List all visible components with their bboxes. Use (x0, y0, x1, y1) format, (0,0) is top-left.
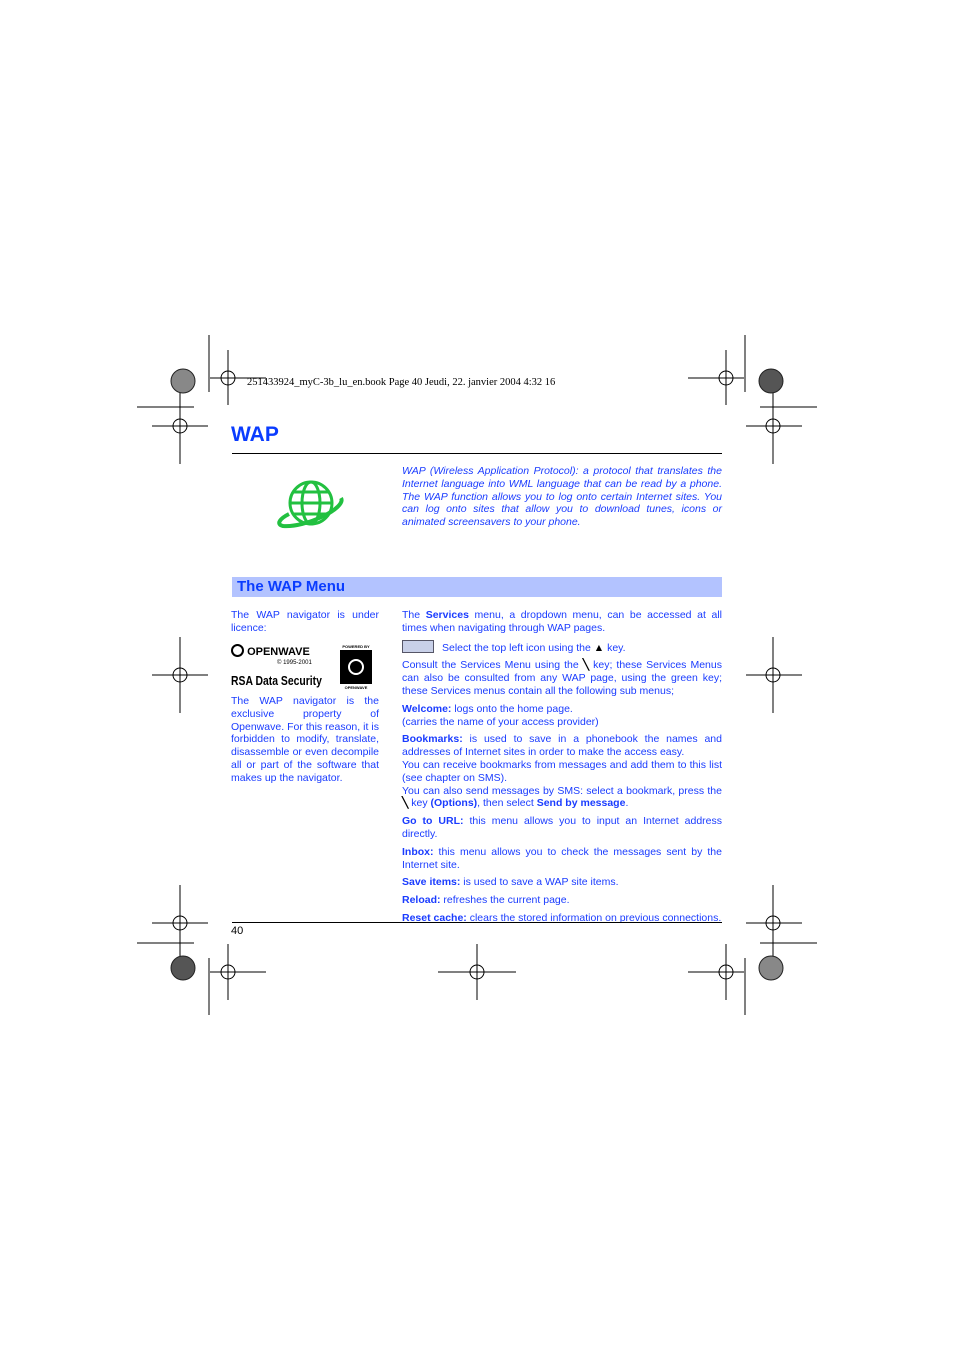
intro-paragraph: WAP (Wireless Application Protocol): a p… (402, 465, 722, 529)
property-text: The WAP navigator is the exclusive prope… (231, 695, 379, 784)
licence-text: The WAP navigator is under licence: (231, 609, 379, 634)
welcome-item: Welcome: logs onto the home page. (carrie… (402, 702, 599, 728)
file-slug: 251433924_myC-3b_lu_en.book Page 40 Jeud… (247, 377, 556, 388)
up-arrow-key-icon: ▲ (593, 641, 605, 654)
save-item: Save items: is used to save a WAP site i… (402, 876, 619, 889)
openwave-wordmark: OPENWAVE (247, 646, 310, 658)
wap-menu-description: The Services menu, a dropdown menu, can … (402, 609, 723, 924)
footer-rule (232, 922, 722, 923)
section-header: The WAP Menu (232, 577, 722, 597)
page-number: 40 (231, 925, 244, 937)
openwave-logo: OPENWAVE (231, 644, 310, 658)
section-title: The WAP Menu (237, 578, 346, 595)
inbox-item: Inbox: this menu allows you to check the… (402, 845, 722, 871)
services-menu-icon (402, 639, 434, 653)
bookmarks-item: Bookmarks: is used to save in a phoneboo… (402, 733, 722, 810)
reload-item: Reload: refreshes the current page. (402, 894, 570, 907)
globe-icon (277, 480, 344, 529)
page-title: WAP (231, 423, 279, 446)
goto-item: Go to URL: this menu allows you to input… (402, 815, 722, 840)
rsa-logo: RSA Data Security (231, 673, 322, 688)
title-rule (232, 453, 722, 454)
powered-by-badge: POWERED BY OPENWAVE (338, 644, 374, 690)
copyright: © 1995-2001 (277, 660, 312, 666)
